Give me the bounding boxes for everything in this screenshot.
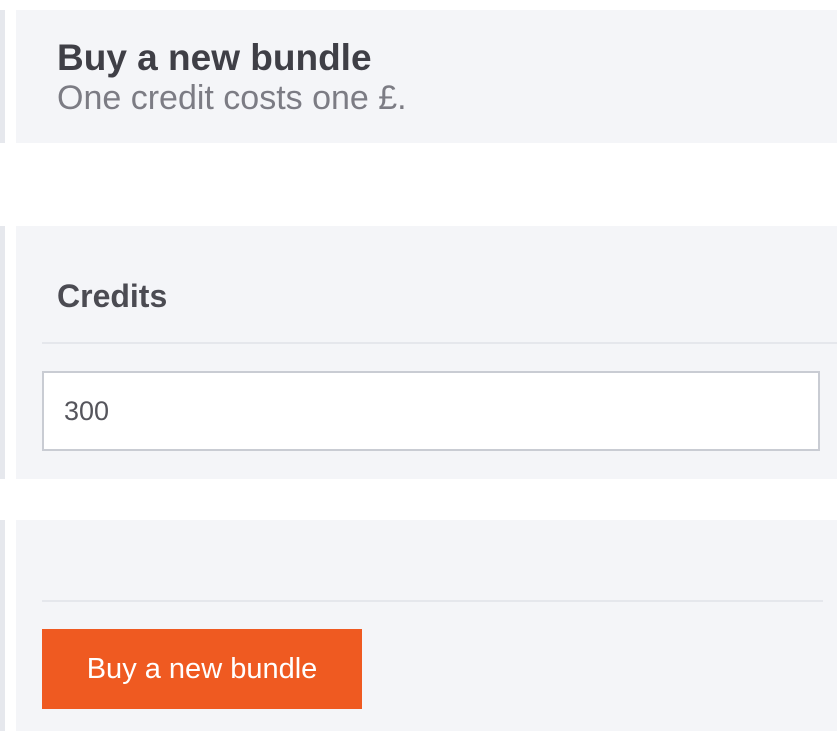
divider [42, 342, 837, 344]
page-title: Buy a new bundle [57, 37, 372, 78]
divider [42, 600, 823, 602]
page: Buy a new bundle One credit costs one £.… [0, 0, 837, 731]
credits-input[interactable] [42, 371, 820, 451]
panel-edge [0, 226, 5, 479]
credits-panel: Credits [16, 226, 837, 479]
action-panel: Buy a new bundle [16, 520, 837, 731]
credits-label: Credits [57, 278, 168, 314]
buy-bundle-button[interactable]: Buy a new bundle [42, 629, 362, 709]
panel-edge [0, 10, 5, 143]
header-panel: Buy a new bundle One credit costs one £. [16, 10, 837, 143]
panel-edge [0, 520, 5, 731]
page-subtitle: One credit costs one £. [57, 79, 407, 117]
